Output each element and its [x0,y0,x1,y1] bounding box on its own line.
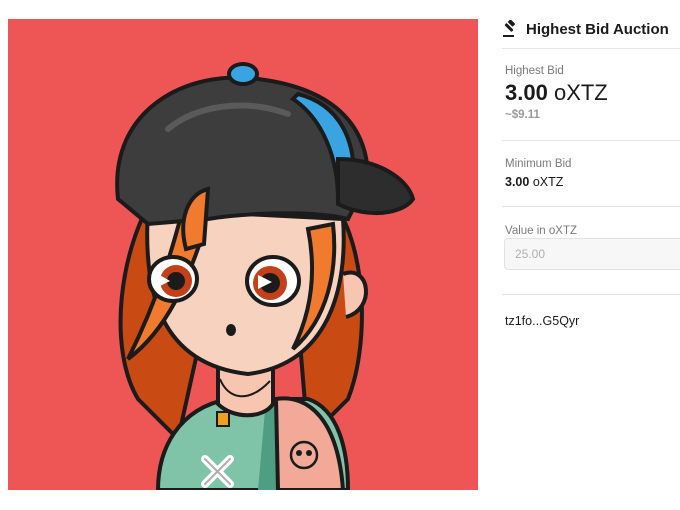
highest-bid-amount: 3.00 oXTZ [505,80,608,106]
divider [502,294,680,295]
divider [502,48,680,49]
highest-bid-currency: oXTZ [553,80,608,105]
seller-address[interactable]: tz1fo...G5Qyr [505,314,579,328]
minimum-bid-label: Minimum Bid [505,158,572,170]
auction-header: Highest Bid Auction [502,18,669,40]
bid-value-input[interactable] [504,238,680,270]
highest-bid-label: Highest Bid [505,65,564,77]
divider [502,140,680,141]
divider [502,206,680,207]
gavel-icon [503,20,515,37]
character-illustration [115,62,416,490]
minimum-bid-currency: oXTZ [532,175,564,189]
auction-panel: Highest Bid Auction Highest Bid 3.00 oXT… [502,0,680,510]
minimum-bid-amount: 3.00 oXTZ [505,175,563,189]
highest-bid-usd: ~$9.11 [505,109,540,121]
highest-bid-value: 3.00 [505,80,548,105]
value-input-label: Value in oXTZ [505,225,578,237]
nft-artwork[interactable] [8,19,478,490]
auction-title: Highest Bid Auction [526,20,669,38]
minimum-bid-value: 3.00 [505,175,530,189]
